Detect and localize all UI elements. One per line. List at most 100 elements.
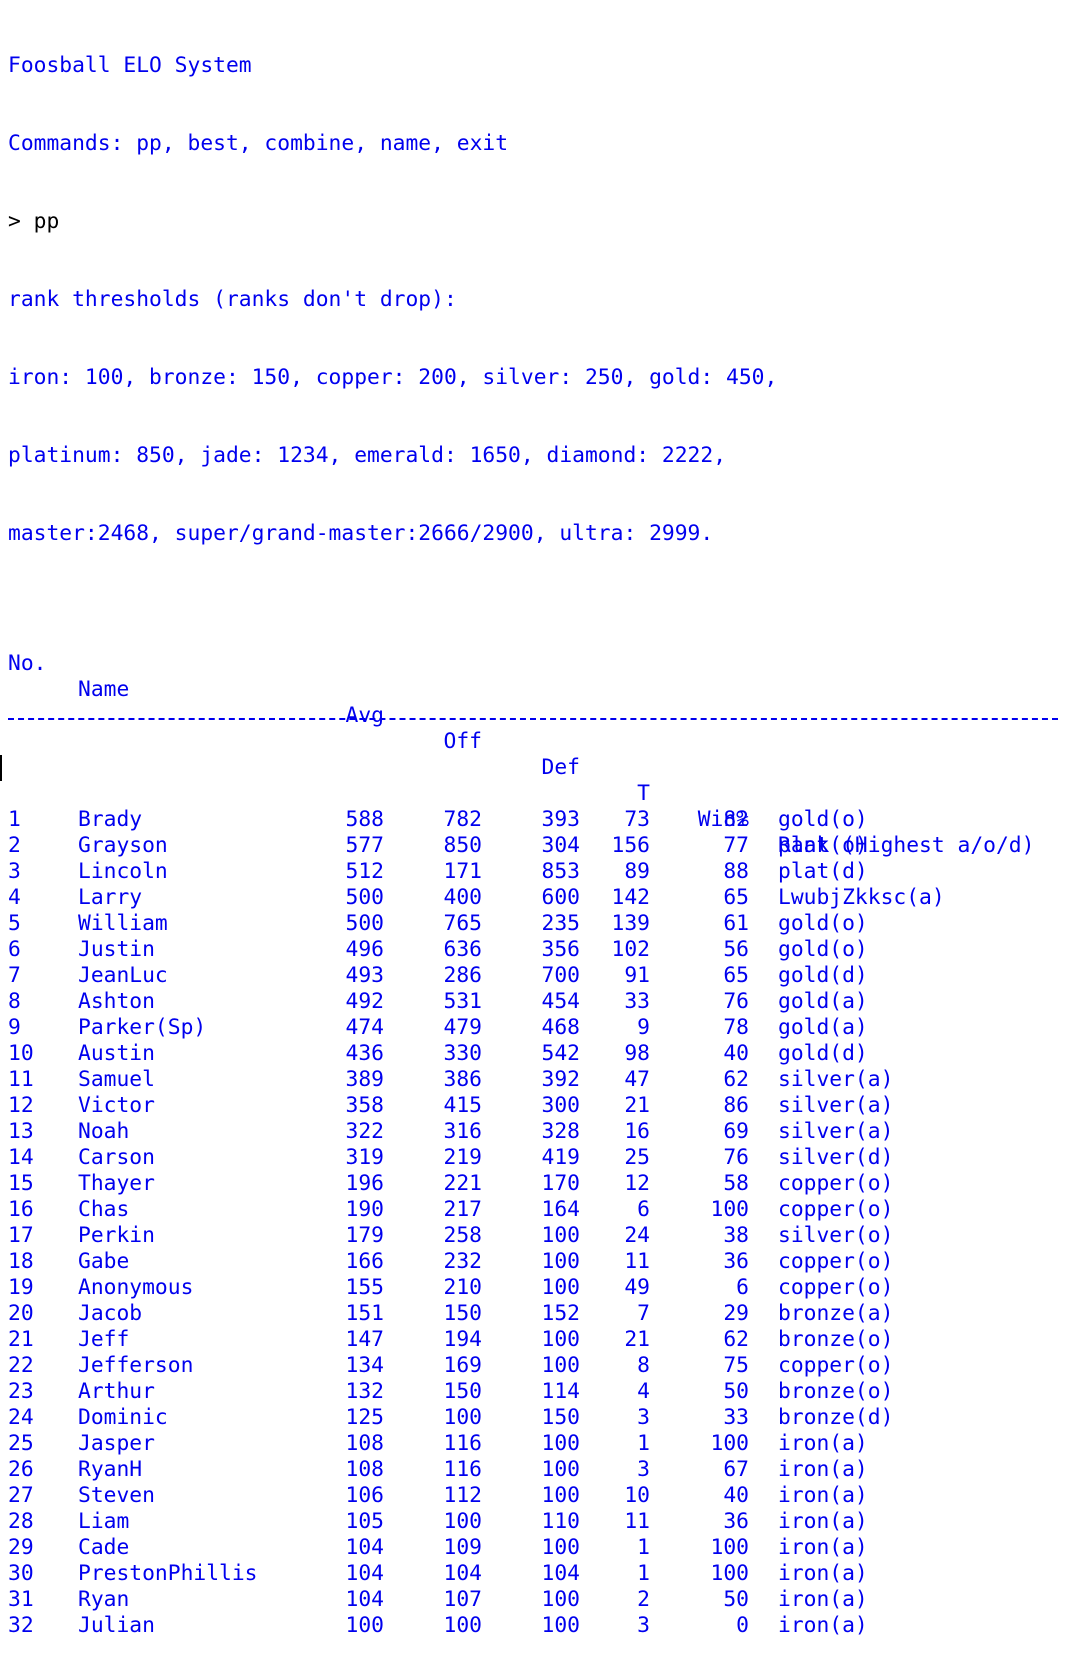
cell-rank: iron(a) — [778, 1431, 868, 1456]
cell-avg: 493 — [345, 963, 384, 988]
cell-def: 600 — [541, 885, 580, 910]
cell-avg: 358 — [345, 1093, 384, 1118]
cell-def: 393 — [541, 807, 580, 832]
cell-def: 100 — [541, 1535, 580, 1560]
cell-name: Julian — [78, 1613, 155, 1638]
cell-t: 142 — [611, 885, 650, 910]
cell-t: 25 — [624, 1145, 650, 1170]
cell-name: Anonymous — [78, 1275, 194, 1300]
thresholds-line-3: master:2468, super/grand-master:2666/290… — [8, 521, 714, 546]
cell-win: 40 — [723, 1483, 749, 1508]
cell-no: 16 — [8, 1197, 34, 1222]
cell-win: 100 — [710, 1431, 749, 1456]
cell-t: 102 — [611, 937, 650, 962]
cell-t: 3 — [637, 1457, 650, 1482]
table-row: 18 Gabe 166 232 100 11 36 copper(o) — [8, 1249, 893, 1275]
cell-avg: 166 — [345, 1249, 384, 1274]
cell-def: 100 — [541, 1587, 580, 1612]
cell-avg: 492 — [345, 989, 384, 1014]
cell-off: 112 — [443, 1483, 482, 1508]
cell-off: 116 — [443, 1431, 482, 1456]
cell-rank: silver(a) — [778, 1067, 894, 1092]
table-row: 2 Grayson 577 850 304 156 77 plat(o) — [8, 833, 868, 859]
cell-t: 21 — [624, 1093, 650, 1118]
cell-no: 9 — [8, 1015, 21, 1040]
cell-name: Jacob — [78, 1301, 143, 1326]
cell-win: 65 — [723, 885, 749, 910]
cell-t: 3 — [637, 1613, 650, 1638]
cell-win: 56 — [723, 937, 749, 962]
terminal-output: Foosball ELO System Commands: pp, best, … — [8, 1, 1058, 1665]
cell-name: Grayson — [78, 833, 168, 858]
cell-avg: 104 — [345, 1561, 384, 1586]
cell-off: 210 — [443, 1275, 482, 1300]
cell-t: 1 — [637, 1561, 650, 1586]
column-header-no: No. — [8, 651, 47, 676]
cell-off: 169 — [443, 1353, 482, 1378]
column-header-off: Off — [443, 729, 482, 754]
cell-name: Liam — [78, 1509, 130, 1534]
table-row: 9 Parker(Sp) 474 479 468 9 78 gold(a) — [8, 1015, 868, 1041]
cell-def: 164 — [541, 1197, 580, 1222]
table-row: 15 Thayer 196 221 170 12 58 copper(o) — [8, 1171, 893, 1197]
cell-def: 100 — [541, 1431, 580, 1456]
command-line[interactable]: > pp — [8, 209, 777, 235]
table-row: 6 Justin 496 636 356 102 56 gold(o) — [8, 937, 868, 963]
table-row: 7 JeanLuc 493 286 700 91 65 gold(d) — [8, 963, 868, 989]
cell-avg: 436 — [345, 1041, 384, 1066]
cell-no: 14 — [8, 1145, 34, 1170]
table-row: 31 Ryan 104 107 100 2 50 iron(a) — [8, 1587, 868, 1613]
cell-no: 3 — [8, 859, 21, 884]
cell-name: Larry — [78, 885, 143, 910]
cell-win: 100 — [710, 1561, 749, 1586]
cell-def: 170 — [541, 1171, 580, 1196]
table-row: 12 Victor 358 415 300 21 86 silver(a) — [8, 1093, 893, 1119]
cell-avg: 319 — [345, 1145, 384, 1170]
cell-off: 100 — [443, 1509, 482, 1534]
cell-name: Victor — [78, 1093, 155, 1118]
cell-no: 27 — [8, 1483, 34, 1508]
cell-win: 40 — [723, 1041, 749, 1066]
table-header: No. Name Avg Off Def T Win% Rank (Highes… — [8, 625, 1034, 858]
table-row: 10 Austin 436 330 542 98 40 gold(d) — [8, 1041, 868, 1067]
cell-def: 542 — [541, 1041, 580, 1066]
cell-off: 194 — [443, 1327, 482, 1352]
cell-t: 11 — [624, 1509, 650, 1534]
cell-win: 67 — [723, 1457, 749, 1482]
table-row: 8 Ashton 492 531 454 33 76 gold(a) — [8, 989, 868, 1015]
column-header-t: T — [637, 781, 650, 806]
thresholds-heading: rank thresholds (ranks don't drop): — [8, 287, 457, 312]
cell-win: 82 — [723, 807, 749, 832]
cell-avg: 134 — [345, 1353, 384, 1378]
cell-rank: iron(a) — [778, 1613, 868, 1638]
cell-t: 49 — [624, 1275, 650, 1300]
cell-rank: silver(a) — [778, 1119, 894, 1144]
table-row: 23 Arthur 132 150 114 4 50 bronze(o) — [8, 1379, 893, 1405]
cell-no: 2 — [8, 833, 21, 858]
cell-win: 36 — [723, 1509, 749, 1534]
cell-no: 13 — [8, 1119, 34, 1144]
cell-def: 300 — [541, 1093, 580, 1118]
cell-rank: silver(d) — [778, 1145, 894, 1170]
cell-win: 6 — [736, 1275, 749, 1300]
command-input[interactable]: pp — [34, 209, 60, 234]
cell-def: 853 — [541, 859, 580, 884]
cell-win: 69 — [723, 1119, 749, 1144]
cell-name: Ryan — [78, 1587, 130, 1612]
cell-name: Cade — [78, 1535, 130, 1560]
cell-win: 50 — [723, 1379, 749, 1404]
cell-rank: LwubjZkksc(a) — [778, 885, 945, 910]
cell-off: 150 — [443, 1379, 482, 1404]
table-row: 28 Liam 105 100 110 11 36 iron(a) — [8, 1509, 868, 1535]
cell-rank: plat(d) — [778, 859, 868, 884]
table-row: 27 Steven 106 112 100 10 40 iron(a) — [8, 1483, 868, 1509]
cell-def: 100 — [541, 1353, 580, 1378]
cell-t: 156 — [611, 833, 650, 858]
cell-no: 28 — [8, 1509, 34, 1534]
cell-avg: 125 — [345, 1405, 384, 1430]
cell-name: Samuel — [78, 1067, 155, 1092]
cell-def: 104 — [541, 1561, 580, 1586]
cell-win: 88 — [723, 859, 749, 884]
cell-avg: 108 — [345, 1457, 384, 1482]
cell-t: 12 — [624, 1171, 650, 1196]
